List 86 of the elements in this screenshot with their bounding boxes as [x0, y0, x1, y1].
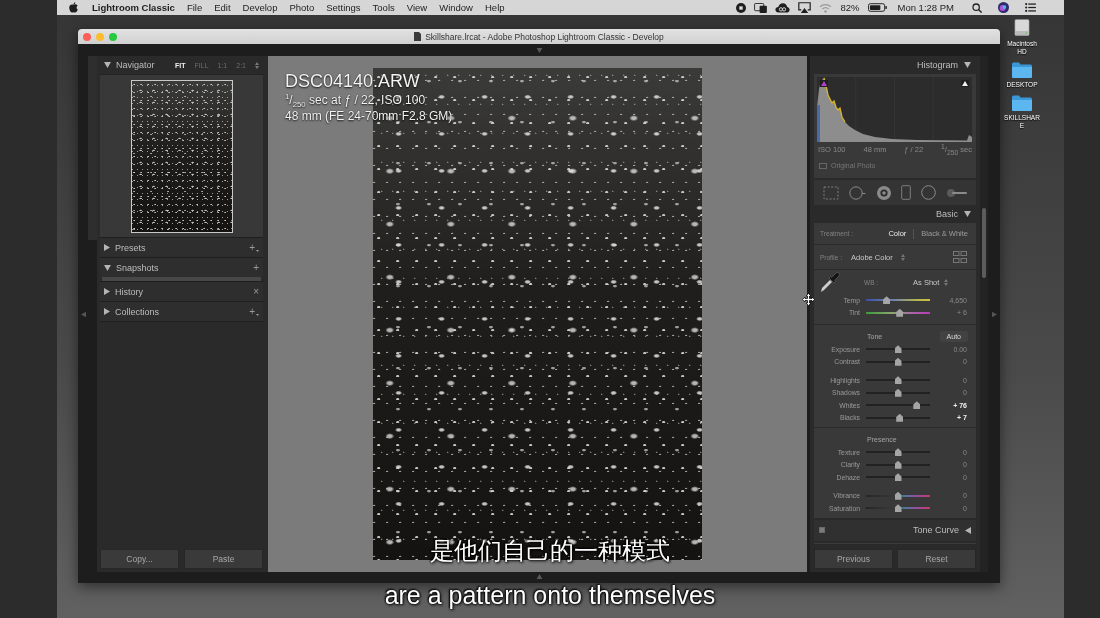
screen-triangle-icon[interactable]	[798, 2, 812, 13]
slider-thumb[interactable]	[894, 388, 902, 397]
slider-thumb[interactable]	[894, 504, 902, 513]
grid-icon[interactable]	[953, 251, 967, 263]
down-triangle-icon[interactable]	[104, 264, 111, 271]
app-menu[interactable]: Lightroom Classic	[92, 2, 175, 13]
panel-title[interactable]: Tone Curve	[912, 525, 959, 535]
folder-icon[interactable]	[1012, 62, 1032, 78]
updown-arrows-icon	[900, 253, 905, 261]
menu-item[interactable]: File	[186, 2, 203, 13]
slider-thumb[interactable]	[896, 308, 904, 317]
move-cursor-icon	[802, 293, 815, 306]
caret-icon	[256, 313, 259, 316]
panel-button[interactable]: Previous	[814, 548, 893, 569]
slider-thumb[interactable]	[894, 473, 902, 482]
menu-item[interactable]: Tools	[372, 2, 395, 13]
dotted-frame-icon[interactable]	[823, 185, 840, 200]
slider-thumb[interactable]	[883, 296, 891, 305]
slider-thumb[interactable]	[894, 460, 902, 469]
menu-item[interactable]: Develop	[242, 2, 278, 13]
checkbox[interactable]	[819, 162, 827, 169]
slider-thumb[interactable]	[896, 413, 904, 422]
panel-title[interactable]: Histogram	[917, 60, 958, 70]
menubar-clock[interactable]: Mon 1:28 PM	[897, 2, 954, 13]
panel-button[interactable]: Reset	[897, 548, 976, 569]
menu-item[interactable]: Window	[439, 2, 473, 13]
menu-item[interactable]: Photo	[289, 2, 315, 13]
updown-arrows-icon	[944, 278, 949, 286]
menu-item[interactable]: View	[406, 2, 428, 13]
slider-thumb[interactable]	[894, 345, 902, 354]
navigator-photo-placeholder[interactable]	[130, 79, 233, 233]
down-triangle-icon[interactable]	[964, 62, 971, 68]
right-triangle-icon[interactable]	[104, 288, 110, 295]
menu-item[interactable]: Settings	[326, 2, 361, 13]
rounded-rectangle-icon[interactable]	[901, 185, 912, 200]
right-triangle-icon[interactable]	[104, 244, 110, 251]
target-icon[interactable]	[876, 185, 891, 200]
panel-button[interactable]: Paste	[184, 548, 263, 569]
cloud-icon[interactable]	[775, 2, 791, 13]
orb-icon[interactable]	[998, 2, 1009, 13]
panel-action-button[interactable]: ×	[253, 286, 259, 297]
list-icon[interactable]	[1025, 3, 1036, 12]
panel-action-button[interactable]: +	[249, 242, 259, 253]
panel-title[interactable]: Collections	[115, 306, 160, 317]
down-triangle-icon[interactable]	[104, 62, 111, 68]
shadow-clipping-icon[interactable]	[820, 80, 828, 87]
document-icon	[414, 32, 422, 41]
scrollbar-thumb[interactable]	[982, 208, 986, 278]
panel-button[interactable]: Copy...	[100, 548, 179, 569]
window-title: Skillshare.lrcat - Adobe Photoshop Lightroom Classic - Develop	[425, 31, 664, 42]
left-triangle-icon[interactable]	[965, 526, 971, 534]
apple-logo-icon[interactable]	[69, 2, 78, 13]
slider-thumb[interactable]	[913, 401, 921, 410]
updown-arrows-icon	[255, 61, 259, 69]
down-triangle-icon[interactable]	[964, 211, 971, 217]
circle-pin-icon[interactable]	[849, 185, 867, 200]
up-triangle-icon[interactable]	[535, 574, 543, 579]
slider-thumb[interactable]	[894, 376, 902, 385]
search-icon[interactable]	[972, 2, 982, 13]
panel-title[interactable]: History	[115, 286, 143, 297]
subtitle-text: 是他们自己的一种模式	[430, 536, 670, 566]
highlight-clipping-icon[interactable]	[961, 80, 969, 87]
panel-action-button[interactable]: +	[249, 306, 259, 317]
slider-thumb[interactable]	[894, 448, 902, 457]
panel-switch[interactable]	[819, 527, 825, 533]
caret-icon	[256, 249, 259, 252]
battery-percent: 82%	[840, 2, 860, 13]
menu-item[interactable]: Edit	[214, 2, 231, 13]
eyedropper-icon[interactable]	[819, 271, 841, 293]
toggle-icon[interactable]	[946, 188, 967, 197]
panel-title[interactable]: Navigator	[116, 60, 155, 70]
panel-action-button[interactable]: +	[253, 262, 259, 273]
menu-item[interactable]: Help	[485, 2, 505, 13]
stop-record-icon[interactable]	[736, 2, 747, 13]
slider-thumb[interactable]	[894, 357, 902, 366]
panel-title[interactable]: Basic	[936, 209, 958, 219]
drive-icon[interactable]	[1014, 18, 1030, 37]
slider-thumb[interactable]	[894, 491, 902, 500]
folder-icon[interactable]	[1012, 95, 1032, 111]
panel-title[interactable]: Snapshots	[116, 262, 159, 273]
display-icon[interactable]	[754, 2, 768, 13]
subtitle-text: are a pattern onto themselves	[384, 582, 716, 608]
right-triangle-icon[interactable]	[104, 308, 110, 315]
circle-icon[interactable]	[921, 185, 937, 200]
battery-icon[interactable]	[867, 3, 887, 12]
panel-title[interactable]: Presets	[115, 242, 146, 253]
